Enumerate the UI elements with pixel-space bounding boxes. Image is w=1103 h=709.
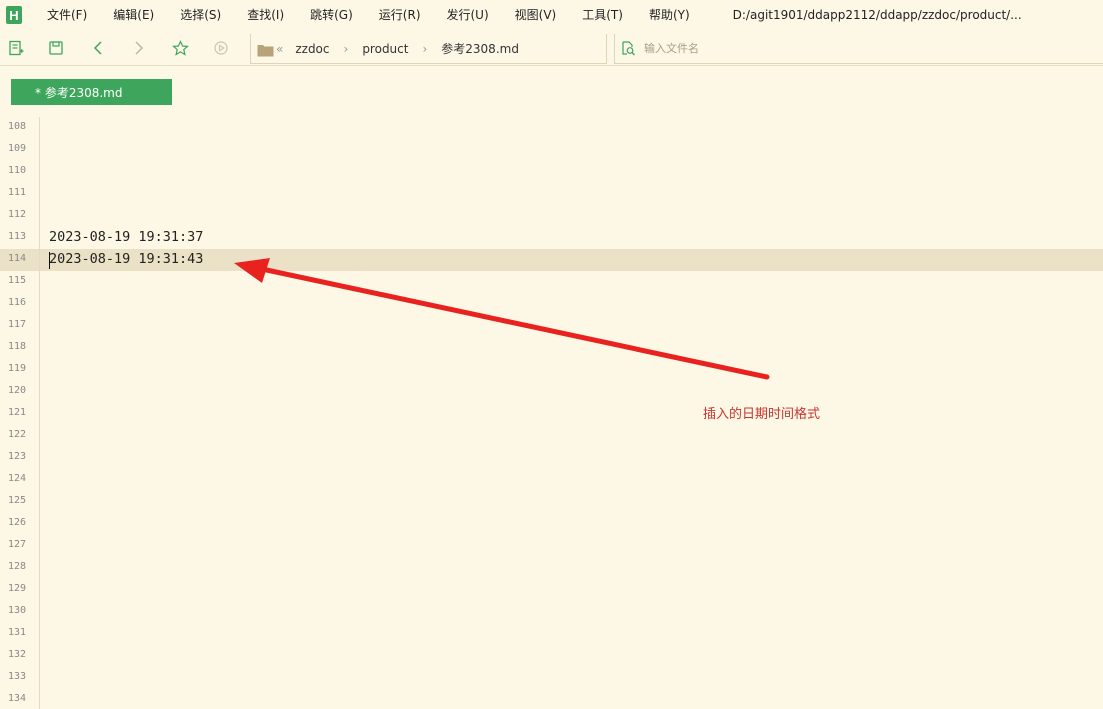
editor-line[interactable]: 116 [0, 293, 1103, 315]
line-number-gutter [0, 117, 40, 709]
editor-line[interactable]: 131 [0, 623, 1103, 645]
breadcrumb-item-zzdoc[interactable]: zzdoc [295, 42, 329, 56]
editor-line[interactable]: 133 [0, 667, 1103, 689]
editor-line[interactable]: 128 [0, 557, 1103, 579]
breadcrumb-separator: › [422, 41, 428, 56]
editor-line[interactable]: 134 [0, 689, 1103, 709]
editor-line[interactable]: 109 [0, 139, 1103, 161]
file-search-icon [621, 41, 636, 56]
editor-line[interactable]: 130 [0, 601, 1103, 623]
run-preview-icon[interactable] [212, 38, 230, 58]
toolbar: « zzdoc › product › 参考2308.md [0, 30, 1103, 66]
breadcrumb-separator: › [343, 41, 349, 56]
breadcrumb-item-product[interactable]: product [362, 42, 408, 56]
editor-line[interactable]: 126 [0, 513, 1103, 535]
breadcrumb-item-file[interactable]: 参考2308.md [441, 40, 519, 57]
file-search-input[interactable] [644, 42, 1044, 55]
breadcrumb: « zzdoc › product › 参考2308.md [250, 34, 607, 64]
menu-publish[interactable]: 发行(U) [434, 0, 502, 30]
editor-line[interactable]: 117 [0, 315, 1103, 337]
back-icon[interactable] [89, 38, 107, 58]
breadcrumb-collapse[interactable]: « [276, 42, 283, 56]
editor-line[interactable]: 111 [0, 183, 1103, 205]
editor-line[interactable]: 122 [0, 425, 1103, 447]
tab-file[interactable]: * 参考2308.md [11, 79, 172, 105]
editor-line[interactable]: 112 [0, 205, 1103, 227]
editor-line[interactable]: 115 [0, 271, 1103, 293]
editor-line[interactable]: 124 [0, 469, 1103, 491]
menu-select[interactable]: 选择(S) [167, 0, 234, 30]
editor-line[interactable]: 129 [0, 579, 1103, 601]
editor-line[interactable]: 127 [0, 535, 1103, 557]
editor-line[interactable]: 118 [0, 337, 1103, 359]
editor-line[interactable]: 110 [0, 161, 1103, 183]
editor-line[interactable]: 123 [0, 447, 1103, 469]
annotation-label: 插入的日期时间格式 [703, 407, 821, 422]
line-text: 2023-08-19 19:31:43 [49, 251, 204, 267]
line-text: 2023-08-19 19:31:37 [49, 229, 204, 245]
menu-items: 文件(F) 编辑(E) 选择(S) 查找(I) 跳转(G) 运行(R) 发行(U) 视图(V)… [36, 0, 703, 30]
menu-bar: H 文件(F) 编辑(E) 选择(S) 查找(I) 跳转(G) 运行(R) 发行(U) 视图(… [0, 0, 1103, 30]
editor-line[interactable]: 125 [0, 491, 1103, 513]
tab-bar: * 参考2308.md [0, 67, 1103, 117]
file-path: D:/agit1901/ddapp2112/ddapp/zzdoc/produc… [732, 8, 1022, 22]
editor[interactable]: 108 109 110 111 112 113 2023-08-19 19:31:37 114… [0, 117, 1103, 709]
editor-line[interactable]: 120 [0, 381, 1103, 403]
app-logo-icon: H [6, 6, 22, 24]
editor-line[interactable]: 114 2023-08-19 19:31:43 [0, 249, 1103, 271]
text-caret [49, 252, 50, 269]
new-file-icon[interactable] [7, 38, 25, 58]
menu-help[interactable]: 帮助(Y) [636, 0, 703, 30]
menu-goto[interactable]: 跳转(G) [297, 0, 366, 30]
forward-icon[interactable] [130, 38, 148, 58]
save-icon[interactable] [47, 38, 65, 58]
editor-line[interactable]: 113 2023-08-19 19:31:37 [0, 227, 1103, 249]
menu-tools[interactable]: 工具(T) [569, 0, 636, 30]
file-search [614, 34, 1103, 64]
menu-run[interactable]: 运行(R) [366, 0, 434, 30]
folder-icon [257, 42, 274, 56]
editor-line[interactable]: 121 [0, 403, 1103, 425]
menu-file[interactable]: 文件(F) [36, 0, 100, 30]
menu-edit[interactable]: 编辑(E) [100, 0, 167, 30]
menu-view[interactable]: 视图(V) [502, 0, 570, 30]
editor-line[interactable]: 119 [0, 359, 1103, 381]
star-icon[interactable] [171, 38, 189, 58]
editor-line[interactable]: 108 [0, 117, 1103, 139]
menu-find[interactable]: 查找(I) [234, 0, 297, 30]
editor-line[interactable]: 132 [0, 645, 1103, 667]
